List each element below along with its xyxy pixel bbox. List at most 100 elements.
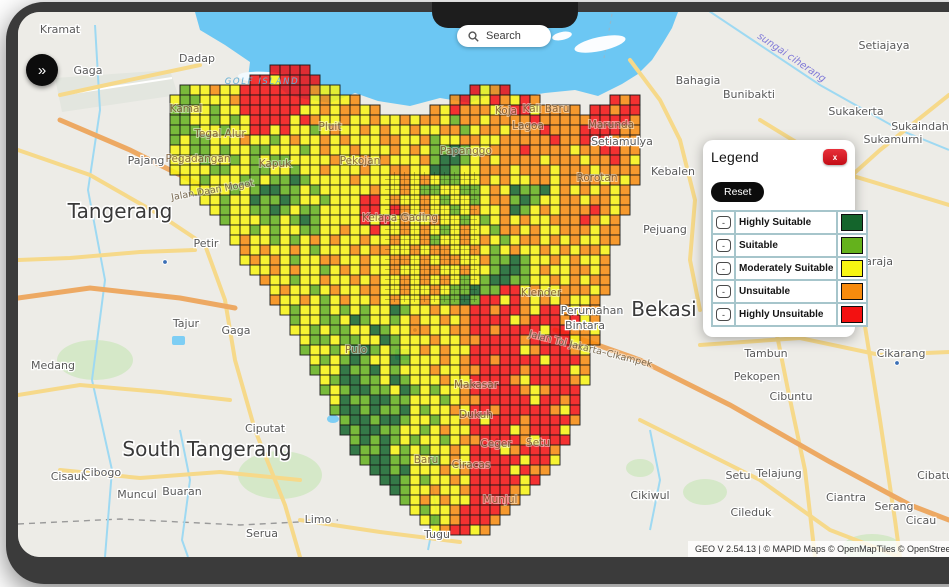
grid-cell[interactable] [240,95,250,105]
grid-cell[interactable] [490,265,500,275]
grid-cell[interactable] [330,215,340,225]
grid-cell[interactable] [410,365,420,375]
grid-cell[interactable] [290,185,300,195]
grid-cell[interactable] [590,195,600,205]
grid-cell[interactable] [530,355,540,365]
grid-cell[interactable] [510,225,520,235]
grid-cell[interactable] [380,385,390,395]
grid-cell[interactable] [300,185,310,195]
grid-cell[interactable] [270,245,280,255]
grid-cell[interactable] [360,265,370,275]
grid-cell[interactable] [520,275,530,285]
grid-cell[interactable] [290,305,300,315]
grid-cell[interactable] [490,185,500,195]
grid-cell[interactable] [560,145,570,155]
grid-cell[interactable] [570,125,580,135]
grid-cell[interactable] [330,185,340,195]
grid-cell[interactable] [450,505,460,515]
grid-cell[interactable] [290,145,300,155]
grid-cell[interactable] [570,185,580,195]
grid-cell[interactable] [590,215,600,225]
grid-cell[interactable] [360,305,370,315]
grid-cell[interactable] [420,425,430,435]
grid-cell[interactable] [400,335,410,345]
grid-cell[interactable] [360,115,370,125]
grid-cell[interactable] [630,175,640,185]
grid-cell[interactable] [570,255,580,265]
grid-cell[interactable] [540,385,550,395]
grid-cell[interactable] [600,245,610,255]
grid-cell[interactable] [380,155,390,165]
grid-cell[interactable] [600,275,610,285]
grid-cell[interactable] [580,145,590,155]
grid-cell[interactable] [380,445,390,455]
grid-cell[interactable] [360,145,370,155]
grid-cell[interactable] [440,325,450,335]
grid-cell[interactable] [590,285,600,295]
grid-cell[interactable] [300,255,310,265]
grid-cell[interactable] [290,135,300,145]
grid-cell[interactable] [410,385,420,395]
grid-cell[interactable] [390,315,400,325]
grid-cell[interactable] [470,445,480,455]
grid-cell[interactable] [260,125,270,135]
grid-cell[interactable] [290,155,300,165]
grid-cell[interactable] [370,355,380,365]
grid-cell[interactable] [260,245,270,255]
grid-cell[interactable] [480,515,490,525]
grid-cell[interactable] [490,395,500,405]
grid-cell[interactable] [250,255,260,265]
grid-cell[interactable] [510,365,520,375]
grid-cell[interactable] [380,125,390,135]
grid-cell[interactable] [420,495,430,505]
grid-cell[interactable] [510,335,520,345]
grid-cell[interactable] [310,355,320,365]
grid-cell[interactable] [530,265,540,275]
grid-cell[interactable] [390,465,400,475]
grid-cell[interactable] [360,365,370,375]
grid-cell[interactable] [560,265,570,275]
grid-cell[interactable] [320,235,330,245]
grid-cell[interactable] [310,215,320,225]
grid-cell[interactable] [350,105,360,115]
grid-cell[interactable] [430,115,440,125]
grid-cell[interactable] [460,425,470,435]
grid-cell[interactable] [230,235,240,245]
grid-cell[interactable] [290,105,300,115]
grid-cell[interactable] [170,135,180,145]
grid-cell[interactable] [410,465,420,475]
grid-cell[interactable] [420,365,430,375]
grid-cell[interactable] [620,175,630,185]
grid-cell[interactable] [330,375,340,385]
grid-cell[interactable] [310,275,320,285]
grid-cell[interactable] [400,375,410,385]
grid-cell[interactable] [460,395,470,405]
grid-cell[interactable] [420,145,430,155]
grid-cell[interactable] [500,385,510,395]
grid-cell[interactable] [310,305,320,315]
grid-cell[interactable] [500,185,510,195]
grid-cell[interactable] [490,285,500,295]
grid-cell[interactable] [360,235,370,245]
grid-cell[interactable] [440,435,450,445]
grid-cell[interactable] [330,225,340,235]
grid-cell[interactable] [460,325,470,335]
grid-cell[interactable] [520,345,530,355]
grid-cell[interactable] [480,425,490,435]
grid-cell[interactable] [350,305,360,315]
grid-cell[interactable] [540,215,550,225]
grid-cell[interactable] [340,245,350,255]
grid-cell[interactable] [270,115,280,125]
grid-cell[interactable] [520,415,530,425]
grid-cell[interactable] [610,185,620,195]
grid-cell[interactable] [560,125,570,135]
grid-cell[interactable] [320,355,330,365]
grid-cell[interactable] [600,235,610,245]
grid-cell[interactable] [550,255,560,265]
grid-cell[interactable] [320,225,330,235]
grid-cell[interactable] [270,145,280,155]
grid-cell[interactable] [500,415,510,425]
grid-cell[interactable] [440,415,450,425]
grid-cell[interactable] [250,195,260,205]
grid-cell[interactable] [500,225,510,235]
